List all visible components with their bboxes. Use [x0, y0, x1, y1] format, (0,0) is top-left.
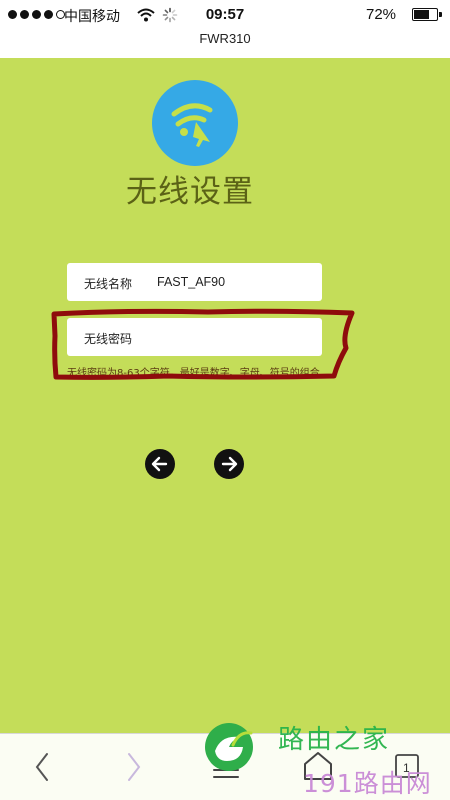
arrow-left-circle-icon — [151, 456, 168, 472]
battery-percentage: 72% — [366, 6, 397, 23]
page-title: 无线设置 — [126, 174, 254, 210]
previous-button[interactable] — [145, 449, 175, 479]
wifi-name-field[interactable]: 无线名称 FAST_AF90 — [67, 263, 322, 301]
loading-spinner-icon — [162, 7, 178, 23]
battery-level-fill — [414, 10, 429, 19]
wifi-name-value[interactable]: FAST_AF90 — [157, 275, 225, 289]
wifi-pointer-icon — [171, 103, 213, 147]
chevron-right-icon — [128, 753, 141, 781]
status-bar: 中国移动 09:57 72% — [0, 0, 450, 30]
signal-strength-icon — [8, 10, 65, 19]
watermark-site-name: 路由之家 — [278, 725, 391, 755]
chevron-left-icon — [35, 753, 48, 781]
wifi-name-label: 无线名称 — [84, 277, 133, 291]
arrow-right-circle-icon — [221, 456, 238, 472]
wifi-settings-logo — [152, 80, 238, 166]
battery-icon — [412, 8, 442, 21]
watermark-logo-icon — [205, 723, 253, 771]
watermark-site-domain: 191路由网 — [303, 769, 432, 798]
next-button[interactable] — [214, 449, 244, 479]
wifi-signal-icon — [137, 8, 155, 22]
back-button[interactable] — [12, 734, 72, 800]
browser-page-title: FWR310 — [0, 30, 450, 58]
forward-button[interactable] — [104, 734, 164, 800]
carrier-name: 中国移动 — [64, 9, 120, 25]
red-highlight-annotation — [51, 308, 355, 380]
